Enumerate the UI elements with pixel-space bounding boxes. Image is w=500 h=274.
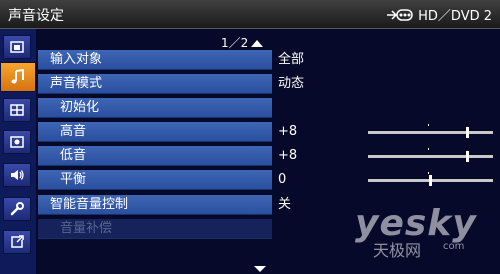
input-source: HD／DVD 2 [386, 5, 492, 24]
menu-row-label: 输入对象 [38, 50, 272, 70]
sidebar-item-exit[interactable] [3, 230, 31, 254]
menu-row-label: 音量补偿 [38, 219, 272, 239]
exit-icon [11, 235, 24, 248]
sidebar-item-setup[interactable] [3, 197, 31, 221]
picture-icon [10, 41, 24, 53]
music-note-icon [11, 69, 24, 84]
slider-center-mark [428, 148, 429, 150]
treble-slider[interactable] [368, 124, 493, 138]
bass-slider-knob[interactable] [466, 151, 469, 162]
menu-row-label: 低音 [38, 146, 272, 166]
watermark-logo: yesky 天极网 com [355, 203, 495, 263]
scroll-up-icon[interactable] [251, 39, 264, 47]
slider-center-mark [428, 172, 429, 174]
menu-row-label: 初始化 [38, 98, 272, 118]
watermark-url: com [443, 241, 465, 252]
wrench-icon [10, 202, 24, 216]
menu-row-value [278, 98, 500, 118]
menu-row-reset[interactable]: 初始化 [38, 98, 500, 118]
menu-row-label: 智能音量控制 [38, 195, 272, 215]
input-source-label: HD／DVD 2 [418, 9, 492, 24]
menu-row-label: 声音模式 [38, 74, 272, 94]
menu-row-balance[interactable]: 平衡 0 [38, 170, 500, 190]
speaker-icon [11, 170, 24, 180]
menu-row-input-target[interactable]: 输入对象 全部 [38, 50, 500, 70]
page-indicator: 1／2 [221, 34, 264, 51]
display-icon [10, 136, 24, 148]
input-source-icon [387, 8, 413, 21]
menu-row-label: 高音 [38, 122, 272, 142]
grid-icon [10, 104, 24, 116]
menu-row-treble[interactable]: 高音 +8 [38, 122, 500, 142]
sidebar-item-channel[interactable] [3, 98, 31, 122]
menu-row-value: 全部 [278, 52, 305, 67]
scroll-down-icon[interactable] [254, 266, 266, 272]
sidebar-item-speaker[interactable] [3, 163, 31, 187]
sidebar [0, 29, 36, 274]
treble-slider-knob[interactable] [466, 127, 469, 138]
sidebar-item-sound[interactable] [0, 62, 36, 92]
balance-slider[interactable] [368, 172, 493, 186]
bass-slider[interactable] [368, 148, 493, 162]
sidebar-item-picture[interactable] [3, 35, 31, 59]
menu-row-value: 动态 [278, 76, 305, 91]
balance-slider-knob[interactable] [429, 175, 432, 186]
slider-center-mark [428, 124, 429, 126]
sidebar-item-display[interactable] [3, 130, 31, 154]
page-title: 声音设定 [8, 8, 64, 24]
page-number: 1／2 [221, 36, 249, 50]
watermark-subtitle: 天极网 [373, 241, 422, 260]
menu-row-sound-mode[interactable]: 声音模式 动态 [38, 74, 500, 94]
menu-row-label: 平衡 [38, 170, 272, 190]
title-bar: 声音设定 HD／DVD 2 [0, 0, 500, 29]
menu-row-bass[interactable]: 低音 +8 [38, 146, 500, 166]
